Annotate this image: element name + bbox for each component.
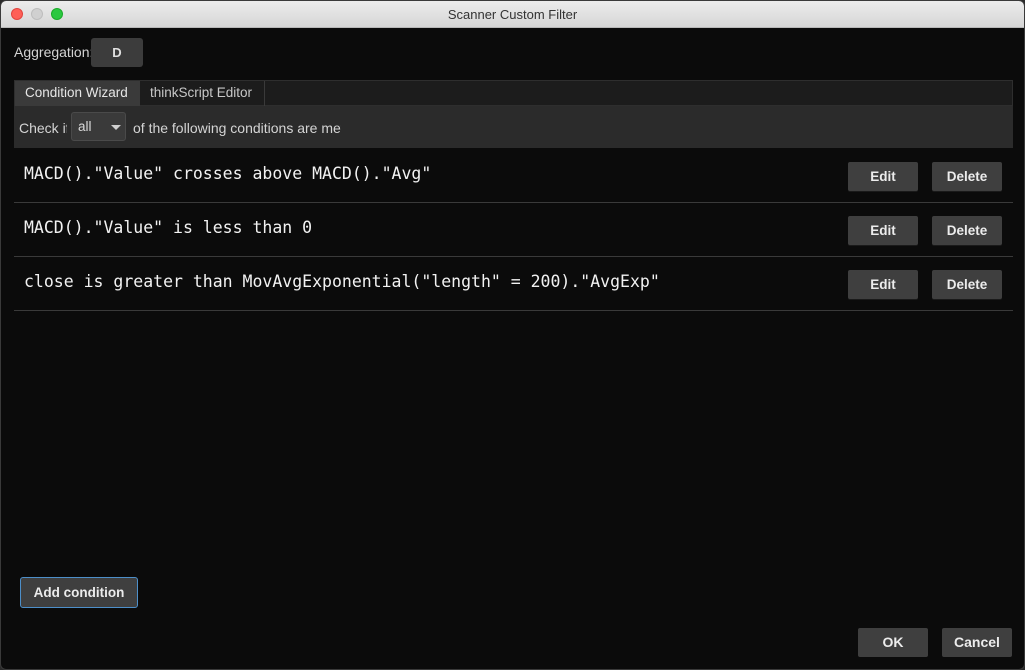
delete-condition-button[interactable]: Delete	[932, 216, 1002, 245]
match-mode-select[interactable]: all	[71, 112, 126, 141]
condition-row: MACD()."Value" crosses above MACD()."Avg…	[14, 149, 1013, 203]
ok-button[interactable]: OK	[858, 628, 928, 657]
delete-condition-button[interactable]: Delete	[932, 162, 1002, 191]
aggregation-label: Aggregation:	[14, 44, 94, 60]
condition-row: close is greater than MovAvgExponential(…	[14, 257, 1013, 311]
edit-condition-button[interactable]: Edit	[848, 270, 918, 299]
tab-condition-wizard[interactable]: Condition Wizard	[15, 81, 140, 106]
match-mode-value: all	[78, 119, 92, 134]
condition-text: close is greater than MovAvgExponential(…	[24, 272, 660, 291]
window-title: Scanner Custom Filter	[447, 7, 578, 22]
tab-bar: Condition Wizard thinkScript Editor	[14, 80, 1013, 106]
check-if-label: Check if	[19, 120, 67, 136]
delete-condition-button[interactable]: Delete	[932, 270, 1002, 299]
aggregation-button[interactable]: D	[91, 38, 143, 67]
condition-match-bar: Check if all of the following conditions…	[14, 106, 1013, 148]
tab-thinkscript-editor[interactable]: thinkScript Editor	[140, 81, 265, 106]
condition-row: MACD()."Value" is less than 0 Edit Delet…	[14, 203, 1013, 257]
conditions-met-label: of the following conditions are met	[133, 120, 341, 136]
condition-text: MACD()."Value" crosses above MACD()."Avg…	[24, 164, 432, 183]
title-bar: Scanner Custom Filter	[1, 1, 1024, 28]
cancel-button[interactable]: Cancel	[942, 628, 1012, 657]
chevron-down-icon	[111, 125, 121, 130]
edit-condition-button[interactable]: Edit	[848, 162, 918, 191]
edit-condition-button[interactable]: Edit	[848, 216, 918, 245]
scanner-custom-filter-dialog: Scanner Custom Filter Aggregation: D Con…	[0, 0, 1025, 670]
add-condition-button[interactable]: Add condition	[20, 577, 138, 608]
condition-text: MACD()."Value" is less than 0	[24, 218, 313, 237]
